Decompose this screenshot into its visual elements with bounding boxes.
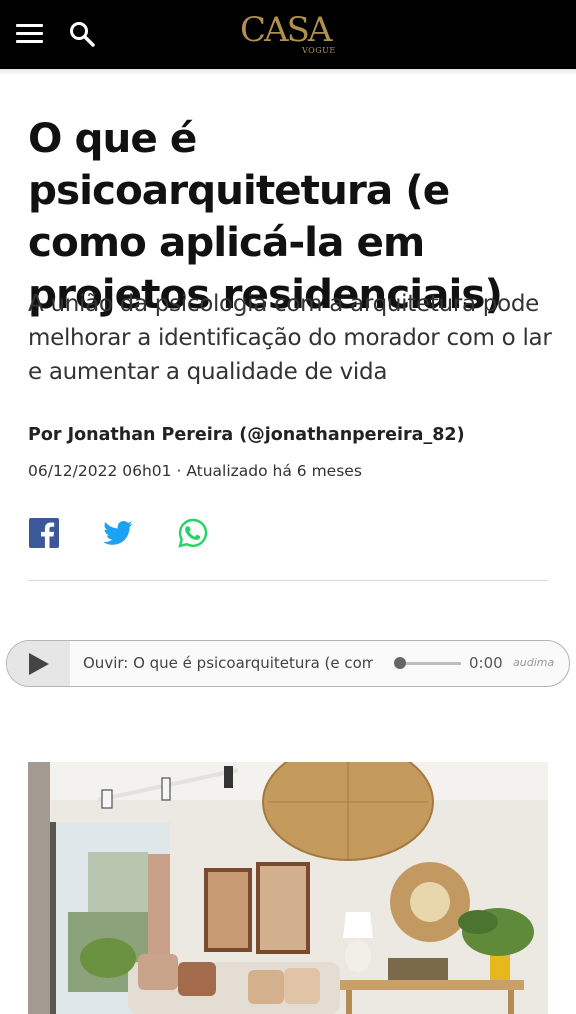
article-subtitle: A união da psicologia com a arquitetura … [28, 291, 552, 385]
play-icon [29, 653, 49, 675]
twitter-icon[interactable] [102, 517, 134, 549]
top-bar: CASA VOGUE [0, 0, 576, 69]
player-time: 0:00 [469, 654, 503, 672]
site-logo[interactable]: CASA VOGUE [240, 10, 340, 58]
menu-button[interactable] [16, 24, 43, 44]
living-room-photo [28, 762, 548, 1014]
whatsapp-icon[interactable] [177, 517, 209, 549]
menu-icon-line [16, 32, 43, 35]
facebook-icon[interactable] [28, 517, 60, 549]
hero-image [28, 762, 548, 1014]
play-button[interactable] [7, 641, 70, 686]
header-shadow [0, 69, 576, 75]
player-title: Ouvir: O que é psicoarquitetura (e como … [83, 654, 373, 672]
section-divider [28, 580, 548, 581]
article-byline[interactable]: Por Jonathan Pereira (@jonathanpereira_8… [28, 425, 465, 445]
seek-handle[interactable] [394, 657, 406, 669]
logo-subtext: VOGUE [302, 46, 336, 55]
article-dateline: 06/12/2022 06h01 · Atualizado há 6 meses [28, 462, 362, 480]
player-brand[interactable]: audima [513, 656, 554, 669]
audio-player: Ouvir: O que é psicoarquitetura (e como … [6, 640, 570, 687]
logo-text: CASA [240, 10, 332, 50]
menu-icon-line [16, 24, 43, 27]
search-icon[interactable] [68, 20, 96, 48]
menu-icon-line [16, 40, 43, 43]
